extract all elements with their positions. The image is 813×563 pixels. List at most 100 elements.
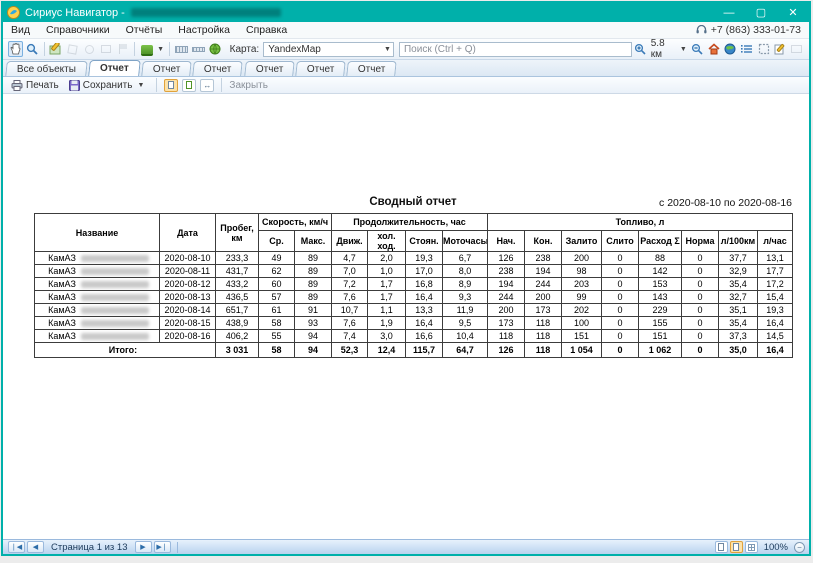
tab-all-objects[interactable]: Все объекты [5,61,88,76]
tab-bar: Все объектыОтчетОтчетОтчетОтчетОтчетОтче… [3,60,809,77]
zoom-in-icon[interactable] [633,41,648,57]
value-cell: 142 [639,265,682,278]
globe-icon[interactable] [723,41,738,57]
col-group-0: Скорость, км/ч [259,214,332,231]
layers-icon[interactable] [139,41,154,57]
circle-icon[interactable] [82,41,97,57]
tab-report-1[interactable]: Отчет [88,60,140,76]
totals-value-cell: 64,7 [443,343,488,358]
close-report-button[interactable]: Закрыть [229,80,268,91]
value-cell: 16,4 [406,291,443,304]
col-subheader-4: Стоян. [406,231,443,252]
close-button[interactable]: ✕ [777,3,809,22]
value-cell: 17,7 [758,265,793,278]
value-cell: 155 [639,317,682,330]
globe-green-icon[interactable] [208,41,223,57]
scale-dropdown-caret[interactable]: ▼ [680,46,687,53]
save-button[interactable]: Сохранить ▼ [66,78,150,92]
value-cell: 4,7 [332,252,368,265]
view-page-width-button[interactable] [164,79,178,92]
map-select[interactable]: YandexMap ▼ [263,42,394,57]
value-cell: 0 [602,330,639,343]
page-first-icon[interactable]: ❘◀ [8,541,25,553]
value-cell: 19,3 [406,252,443,265]
view-whole-page-button[interactable] [182,79,196,92]
layers-dropdown-caret[interactable]: ▼ [157,46,164,53]
col-subheader-13: л/час [758,231,793,252]
menu-item-4[interactable]: Справка [238,22,295,38]
menu-item-1[interactable]: Справочники [38,22,118,38]
value-cell: 37,3 [719,330,758,343]
menu-item-0[interactable]: Вид [3,22,38,38]
date-cell: 2020-08-14 [160,304,216,317]
value-cell: 7,6 [332,291,368,304]
value-cell: 0 [602,304,639,317]
rectangle-icon[interactable] [99,41,114,57]
vehicle-plate-redacted [81,333,149,340]
value-cell: 1,9 [368,317,406,330]
value-cell: 13,3 [406,304,443,317]
value-cell: 17,0 [406,265,443,278]
vehicle-name-cell: КамАЗ [35,317,160,330]
map-scale-value[interactable]: 5.8 км [651,38,676,60]
home-icon[interactable] [706,41,721,57]
value-cell: 16,6 [406,330,443,343]
vehicle-plate-redacted [81,307,149,314]
tab-label: Отчет [204,64,231,75]
value-cell: 8,0 [443,265,488,278]
page-next-icon[interactable]: ▶ [135,541,152,553]
vehicle-name-cell: КамАЗ [35,304,160,317]
totals-value-cell: 1 054 [562,343,602,358]
totals-value-cell: 1 062 [639,343,682,358]
hand-tool-icon[interactable] [8,41,23,57]
zoom-minus-icon[interactable]: − [794,542,805,553]
print-button[interactable]: Печать [8,78,62,92]
menu-item-3[interactable]: Настройка [170,22,238,38]
value-cell: 1,7 [368,278,406,291]
view-fit-button[interactable]: ↔ [200,79,214,92]
value-cell: 153 [639,278,682,291]
page-last-icon[interactable]: ▶❘ [154,541,171,553]
magnifier-tool-icon[interactable] [25,41,40,57]
save-dropdown-caret[interactable]: ▼ [137,82,144,89]
table-row: КамАЗ2020-08-14651,7619110,71,113,311,92… [35,304,793,317]
tab-report-5[interactable]: Отчет [295,61,346,76]
menu-item-2[interactable]: Отчёты [118,22,171,38]
value-cell: 100 [562,317,602,330]
minimize-button[interactable]: — [713,3,745,22]
table-row: КамАЗ2020-08-15438,958937,61,916,49,5173… [35,317,793,330]
value-cell: 58 [259,317,295,330]
tab-report-3[interactable]: Отчет [192,61,243,76]
view-continuous-button[interactable] [730,541,743,553]
vehicle-name-cell: КамАЗ [35,265,160,278]
view-multi-page-button[interactable] [745,541,758,553]
screenshot-icon[interactable] [789,41,804,57]
vehicle-name: КамАЗ [48,318,76,328]
ruler-icon[interactable] [174,41,189,57]
value-cell: 244 [488,291,525,304]
search-input[interactable] [399,42,632,57]
draw-pencil-icon[interactable] [48,41,63,57]
col-subheader-2: Движ. [332,231,368,252]
edit-icon[interactable] [773,41,788,57]
maximize-button[interactable]: ▢ [745,3,777,22]
polygon-icon[interactable] [65,41,80,57]
page-prev-icon[interactable]: ◀ [27,541,44,553]
value-cell: 88 [639,252,682,265]
value-cell: 200 [525,291,562,304]
list-icon[interactable] [740,41,755,57]
flag-icon[interactable] [116,41,131,57]
tab-report-4[interactable]: Отчет [244,61,295,76]
zoom-out-icon[interactable] [690,41,705,57]
tab-report-6[interactable]: Отчет [347,61,398,76]
value-cell: 126 [488,252,525,265]
value-cell: 35,4 [719,317,758,330]
vehicle-name-cell: КамАЗ [35,291,160,304]
tab-report-2[interactable]: Отчет [141,61,192,76]
value-cell: 431,7 [216,265,259,278]
map-label: Карта: [230,44,260,55]
frame-icon[interactable] [756,41,771,57]
view-single-page-button[interactable] [715,541,728,553]
measure-icon[interactable] [191,41,206,57]
support-phone-number: +7 (863) 333-01-73 [711,24,801,36]
